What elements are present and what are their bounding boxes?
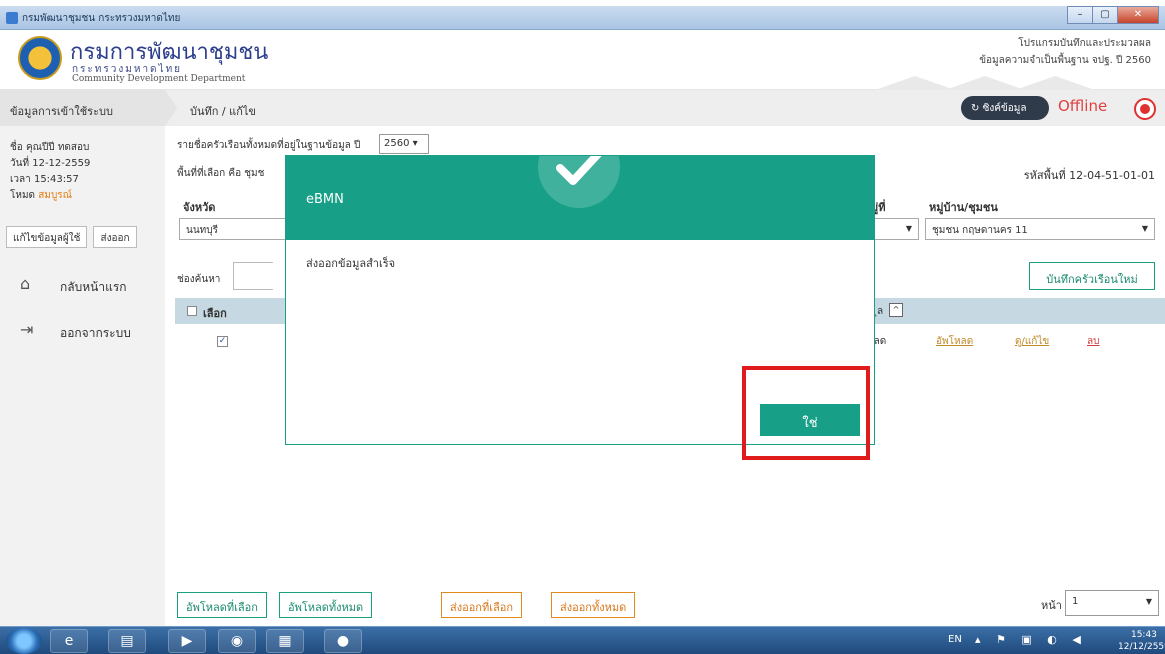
- village-value: ชุมชน กฤษดานคร 11: [932, 225, 1028, 236]
- window-controls: – ▢ ✕: [1067, 6, 1159, 26]
- column-fragment: ุล: [877, 306, 884, 317]
- upload-all-button[interactable]: อัพโหลดทั้งหมด: [279, 592, 373, 618]
- mode-value: สมบูรณ์: [38, 190, 72, 201]
- taskbar-clock[interactable]: 15:43 12/12/2559: [1118, 629, 1165, 653]
- app-header: กรมการพัฒนาชุมชน กระทรวงมหาดไทย Communit…: [0, 30, 1165, 90]
- sync-label: ซิงค์ข้อมูล: [982, 103, 1027, 114]
- highlight-box: [742, 366, 870, 460]
- column-select: เลือก: [203, 307, 227, 320]
- sort-up-icon[interactable]: ^: [889, 303, 903, 317]
- dialog-title: eBMN: [306, 192, 344, 207]
- checkmark-icon: [538, 156, 620, 208]
- mode-label: โหมด: [10, 190, 36, 201]
- export-button[interactable]: ส่งออก: [93, 226, 137, 248]
- clock-time: 15:43: [1130, 630, 1157, 640]
- close-button[interactable]: ✕: [1117, 6, 1159, 24]
- chevron-down-icon: ▼: [1145, 597, 1152, 606]
- row-checkbox[interactable]: ✓: [217, 336, 228, 347]
- province-label: จังหวัด: [183, 201, 216, 214]
- home-icon: ⌂: [20, 274, 31, 293]
- sidebar-heading: ข้อมูลการเข้าใช้ระบบ: [0, 90, 177, 126]
- page-select[interactable]: 1 ▼: [1065, 590, 1159, 616]
- row-delete-link[interactable]: ลบ: [1087, 334, 1099, 349]
- dialog-message: ส่งออกข้อมูลสำเร็จ: [306, 257, 396, 270]
- select-all-checkbox[interactable]: [187, 306, 197, 316]
- logout-icon: ⇥: [20, 320, 34, 339]
- selected-area-label: พื้นที่ที่เลือก คือ ชุมช: [177, 168, 265, 179]
- media-player-icon[interactable]: ▶: [168, 629, 206, 653]
- start-button-icon[interactable]: [6, 628, 42, 654]
- user-info: ชื่อ คุณปีปี ทดสอบ วันที่ 12-12-2559 เวล…: [0, 126, 165, 204]
- user-actions: แก้ไขข้อมูลผู้ใช้ ส่งออก: [6, 226, 143, 248]
- page-label: หน้า: [1041, 599, 1062, 612]
- export-selected-button[interactable]: ส่งออกที่เลือก: [441, 592, 522, 618]
- program-subtitle: ข้อมูลความจำเป็นพื้นฐาน จปฐ. ปี 2560: [979, 55, 1151, 66]
- row-view-edit-link[interactable]: ดู/แก้ไข: [1015, 334, 1049, 349]
- dialog-header: eBMN: [286, 156, 874, 240]
- sidebar: ชื่อ คุณปีปี ทดสอบ วันที่ 12-12-2559 เวล…: [0, 126, 165, 626]
- login-time: เวลา 15:43:57: [10, 174, 79, 185]
- village-select[interactable]: ชุมชน กฤษดานคร 11 ▼: [925, 218, 1155, 240]
- year-select[interactable]: 2560 ▾: [379, 134, 429, 154]
- province-value: นนทบุรี: [186, 225, 218, 236]
- login-date: วันที่ 12-12-2559: [10, 158, 91, 169]
- window-titlebar: กรมพัฒนาชุมชน กระทรวงมหาดไทย – ▢ ✕: [0, 6, 1165, 30]
- edit-user-button[interactable]: แก้ไขข้อมูลผู้ใช้: [6, 226, 88, 248]
- language-indicator[interactable]: EN: [948, 634, 962, 645]
- sidebar-item-label: ออกจากระบบ: [60, 326, 131, 340]
- page-title: บันทึก / แก้ไข: [190, 105, 256, 118]
- sync-button[interactable]: ↻ ซิงค์ข้อมูล: [961, 96, 1049, 120]
- search-input[interactable]: [233, 262, 273, 290]
- area-code-label: รหัสพื้นที่: [1023, 169, 1066, 182]
- year-label: รายชื่อครัวเรือนทั้งหมดที่อยู่ในฐานข้อมู…: [177, 140, 361, 151]
- clock-date: 12/12/2559: [1118, 642, 1165, 652]
- offline-indicator-icon: [1134, 98, 1156, 120]
- department-seal-logo: [18, 36, 62, 80]
- row-upload-link[interactable]: อัพโหลด: [936, 334, 973, 349]
- roof-decoration: [875, 72, 1105, 90]
- maximize-button[interactable]: ▢: [1092, 6, 1118, 24]
- village-label: หมู่บ้าน/ชุมชน: [929, 201, 998, 214]
- minimize-button[interactable]: –: [1067, 6, 1093, 24]
- sync-icon: ↻: [971, 103, 983, 114]
- province-select[interactable]: นนทบุรี: [179, 218, 289, 240]
- chevron-down-icon: ▼: [1141, 224, 1148, 233]
- sidebar-item-logout[interactable]: ⇥ ออกจากระบบ: [0, 310, 165, 350]
- app-icon: [6, 12, 18, 24]
- taskbar: e ▤ ▶ ◉ ▦ ● EN ▴ ⚑ ▣ ◐ ◀ 15:43 12/12/255…: [0, 626, 1165, 654]
- sidebar-item-label: กลับหน้าแรก: [60, 280, 127, 294]
- document-icon[interactable]: ▦: [266, 629, 304, 653]
- user-name: ชื่อ คุณปีปี ทดสอบ: [10, 142, 90, 153]
- tray-icons[interactable]: ▴ ⚑ ▣ ◐ ◀: [975, 633, 1087, 646]
- chevron-down-icon: ▼: [905, 224, 912, 233]
- top-bar: ข้อมูลการเข้าใช้ระบบ บันทึก / แก้ไข ↻ ซิ…: [0, 90, 1165, 126]
- folder-icon[interactable]: ▤: [108, 629, 146, 653]
- offline-status: Offline: [1058, 97, 1108, 115]
- area-code-value: 12-04-51-01-01: [1069, 169, 1155, 182]
- program-title: โปรแกรมบันทึกและประมวลผล: [1018, 38, 1151, 49]
- ie-icon[interactable]: e: [50, 629, 88, 653]
- search-label: ช่องค้นหา: [177, 274, 221, 285]
- mode-row: โหมด สมบูรณ์: [10, 188, 155, 204]
- upload-selected-button[interactable]: อัพโหลดที่เลือก: [177, 592, 267, 618]
- area-code: รหัสพื้นที่ 12-04-51-01-01: [1024, 166, 1155, 184]
- chrome-icon[interactable]: ◉: [218, 629, 256, 653]
- ebmn-app-icon[interactable]: ●: [324, 629, 362, 653]
- org-name-en: Community Development Department: [72, 74, 246, 84]
- year-value: 2560: [384, 138, 410, 149]
- sidebar-item-home[interactable]: ⌂ กลับหน้าแรก: [0, 264, 165, 304]
- window-title: กรมพัฒนาชุมชน กระทรวงมหาดไทย: [22, 13, 181, 24]
- new-household-button[interactable]: บันทึกครัวเรือนใหม่: [1029, 262, 1155, 290]
- page-value: 1: [1072, 596, 1079, 607]
- export-all-button[interactable]: ส่งออกทั้งหมด: [551, 592, 636, 618]
